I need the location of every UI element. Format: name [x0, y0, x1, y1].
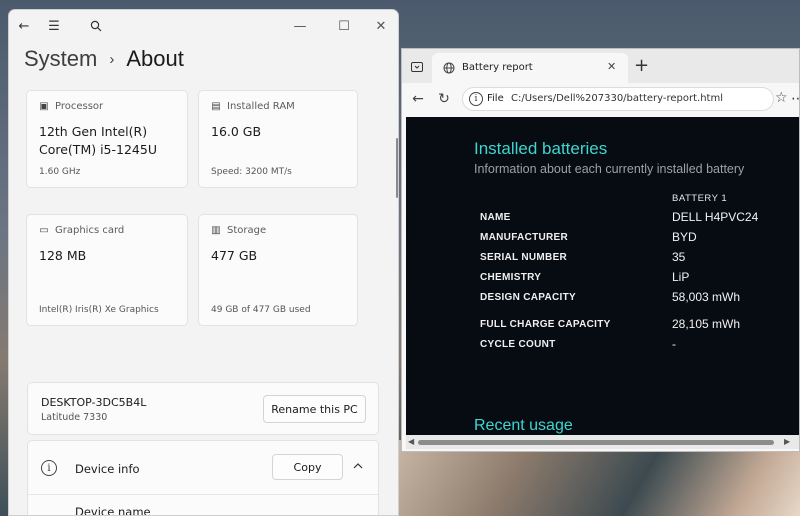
rename-pc-button[interactable]: Rename this PC	[263, 395, 366, 423]
processor-card: ▣ Processor 12th Gen Intel(R) Core(TM) i…	[26, 90, 188, 188]
info-icon: i	[41, 460, 57, 476]
search-icon[interactable]	[87, 17, 105, 35]
processor-label: Processor	[55, 101, 104, 112]
site-info-icon[interactable]: i	[469, 92, 483, 106]
row-value-manufacturer: BYD	[672, 230, 697, 244]
battery-report-page: Installed batteries Information about ea…	[406, 117, 799, 435]
read-aloud-icon[interactable]: ⋯	[791, 91, 799, 107]
graphics-value: 128 MB	[39, 248, 87, 263]
processor-icon: ▣	[39, 101, 49, 112]
installed-batteries-subtitle: Information about each currently install…	[474, 162, 745, 176]
ram-value: 16.0 GB	[211, 124, 262, 139]
favorite-star-icon[interactable]: ☆	[775, 90, 788, 106]
scroll-right-icon[interactable]: ▶	[784, 437, 790, 446]
battery-column-header: BATTERY 1	[672, 193, 728, 204]
recent-usage-heading: Recent usage	[474, 417, 573, 434]
storage-value: 477 GB	[211, 248, 258, 263]
tab-close-icon[interactable]: ✕	[607, 60, 616, 73]
pc-name-card: DESKTOP-3DC5B4L Latitude 7330 Rename thi…	[27, 382, 379, 435]
device-info-title: Device info	[75, 462, 140, 476]
breadcrumb-system[interactable]: System	[24, 46, 97, 72]
address-url[interactable]: C:/Users/Dell%207330/battery-report.html	[511, 93, 723, 104]
page-title: About	[126, 46, 184, 71]
ram-icon: ▤	[211, 101, 221, 112]
graphics-card: ▭ Graphics card 128 MB Intel(R) Iris(R) …	[26, 214, 188, 326]
close-icon[interactable]: ✕	[370, 15, 392, 37]
storage-label-row: ▥ Storage	[211, 225, 266, 236]
row-label-manufacturer: MANUFACTURER	[480, 232, 569, 243]
storage-label: Storage	[227, 225, 267, 236]
processor-value-line2: Core(TM) i5-1245U	[39, 142, 157, 157]
horizontal-scrollbar[interactable]: ◀ ▶	[406, 435, 799, 449]
storage-icon: ▥	[211, 225, 221, 236]
hamburger-menu-icon[interactable]: ☰	[45, 17, 63, 35]
back-arrow-icon[interactable]: ←	[15, 17, 33, 35]
maximize-icon[interactable]: ☐	[333, 15, 355, 37]
row-value-name: DELL H4PVC24	[672, 210, 759, 224]
processor-label-row: ▣ Processor	[39, 101, 103, 112]
settings-window: ← ☰ — ☐ ✕ System › About ▣ Processor 12t…	[8, 9, 399, 516]
device-info-card: i Device info Copy Device name	[27, 440, 379, 516]
scrollbar-thumb[interactable]	[418, 440, 774, 445]
new-tab-icon[interactable]: +	[634, 55, 649, 76]
graphics-label: Graphics card	[55, 225, 125, 236]
row-value-cycle-count: -	[672, 337, 676, 351]
row-label-chemistry: CHEMISTRY	[480, 272, 542, 283]
row-label-design-capacity: DESIGN CAPACITY	[480, 292, 576, 303]
device-info-header[interactable]: i Device info Copy	[28, 441, 378, 495]
graphics-name: Intel(R) Iris(R) Xe Graphics	[39, 305, 159, 315]
row-value-design-capacity: 58,003 mWh	[672, 290, 741, 304]
scroll-left-icon[interactable]: ◀	[408, 437, 414, 446]
row-value-serial: 35	[672, 250, 686, 264]
ram-label: Installed RAM	[227, 101, 295, 112]
graphics-card-icon: ▭	[39, 225, 49, 236]
tab-strip: Battery report ✕ +	[402, 49, 799, 83]
ram-speed: Speed: 3200 MT/s	[211, 167, 292, 177]
chevron-up-icon[interactable]	[353, 459, 363, 472]
processor-speed: 1.60 GHz	[39, 167, 81, 177]
ram-card: ▤ Installed RAM 16.0 GB Speed: 3200 MT/s	[198, 90, 358, 188]
breadcrumb: System › About	[24, 46, 184, 72]
settings-scrollbar[interactable]	[396, 138, 398, 198]
browser-window: Battery report ✕ + ← ↻ i File C:/Users/D…	[401, 48, 800, 452]
settings-titlebar: ← ☰ — ☐ ✕	[9, 10, 398, 42]
address-bar[interactable]: i File C:/Users/Dell%207330/battery-repo…	[462, 87, 788, 111]
copy-button[interactable]: Copy	[272, 454, 343, 480]
row-label-full-charge: FULL CHARGE CAPACITY	[480, 319, 611, 330]
refresh-icon[interactable]: ↻	[434, 89, 454, 109]
graphics-label-row: ▭ Graphics card	[39, 225, 124, 236]
tab-actions-icon[interactable]	[408, 58, 426, 76]
row-label-name: NAME	[480, 212, 511, 223]
storage-usage: 49 GB of 477 GB used	[211, 305, 311, 315]
row-label-cycle-count: CYCLE COUNT	[480, 339, 556, 350]
back-icon[interactable]: ←	[408, 89, 428, 109]
processor-value: 12th Gen Intel(R) Core(TM) i5-1245U	[39, 123, 157, 159]
pc-model: Latitude 7330	[41, 412, 108, 423]
installed-batteries-heading: Installed batteries	[474, 139, 608, 158]
row-value-chemistry: LiP	[672, 270, 690, 284]
tab-title: Battery report	[462, 62, 533, 73]
tab-battery-report[interactable]: Battery report ✕	[432, 53, 628, 83]
row-value-full-charge: 28,105 mWh	[672, 317, 741, 331]
processor-value-line1: 12th Gen Intel(R)	[39, 124, 148, 139]
navigation-bar: ← ↻ i File C:/Users/Dell%207330/battery-…	[402, 83, 799, 115]
row-label-serial: SERIAL NUMBER	[480, 252, 568, 263]
storage-card: ▥ Storage 477 GB 49 GB of 477 GB used	[198, 214, 358, 326]
address-protocol: File	[487, 93, 504, 104]
chevron-right-icon: ›	[109, 50, 115, 68]
device-name-label: Device name	[75, 505, 151, 516]
pc-name: DESKTOP-3DC5B4L	[41, 396, 147, 409]
globe-icon	[442, 61, 455, 74]
minimize-icon[interactable]: —	[289, 15, 311, 37]
ram-label-row: ▤ Installed RAM	[211, 101, 295, 112]
